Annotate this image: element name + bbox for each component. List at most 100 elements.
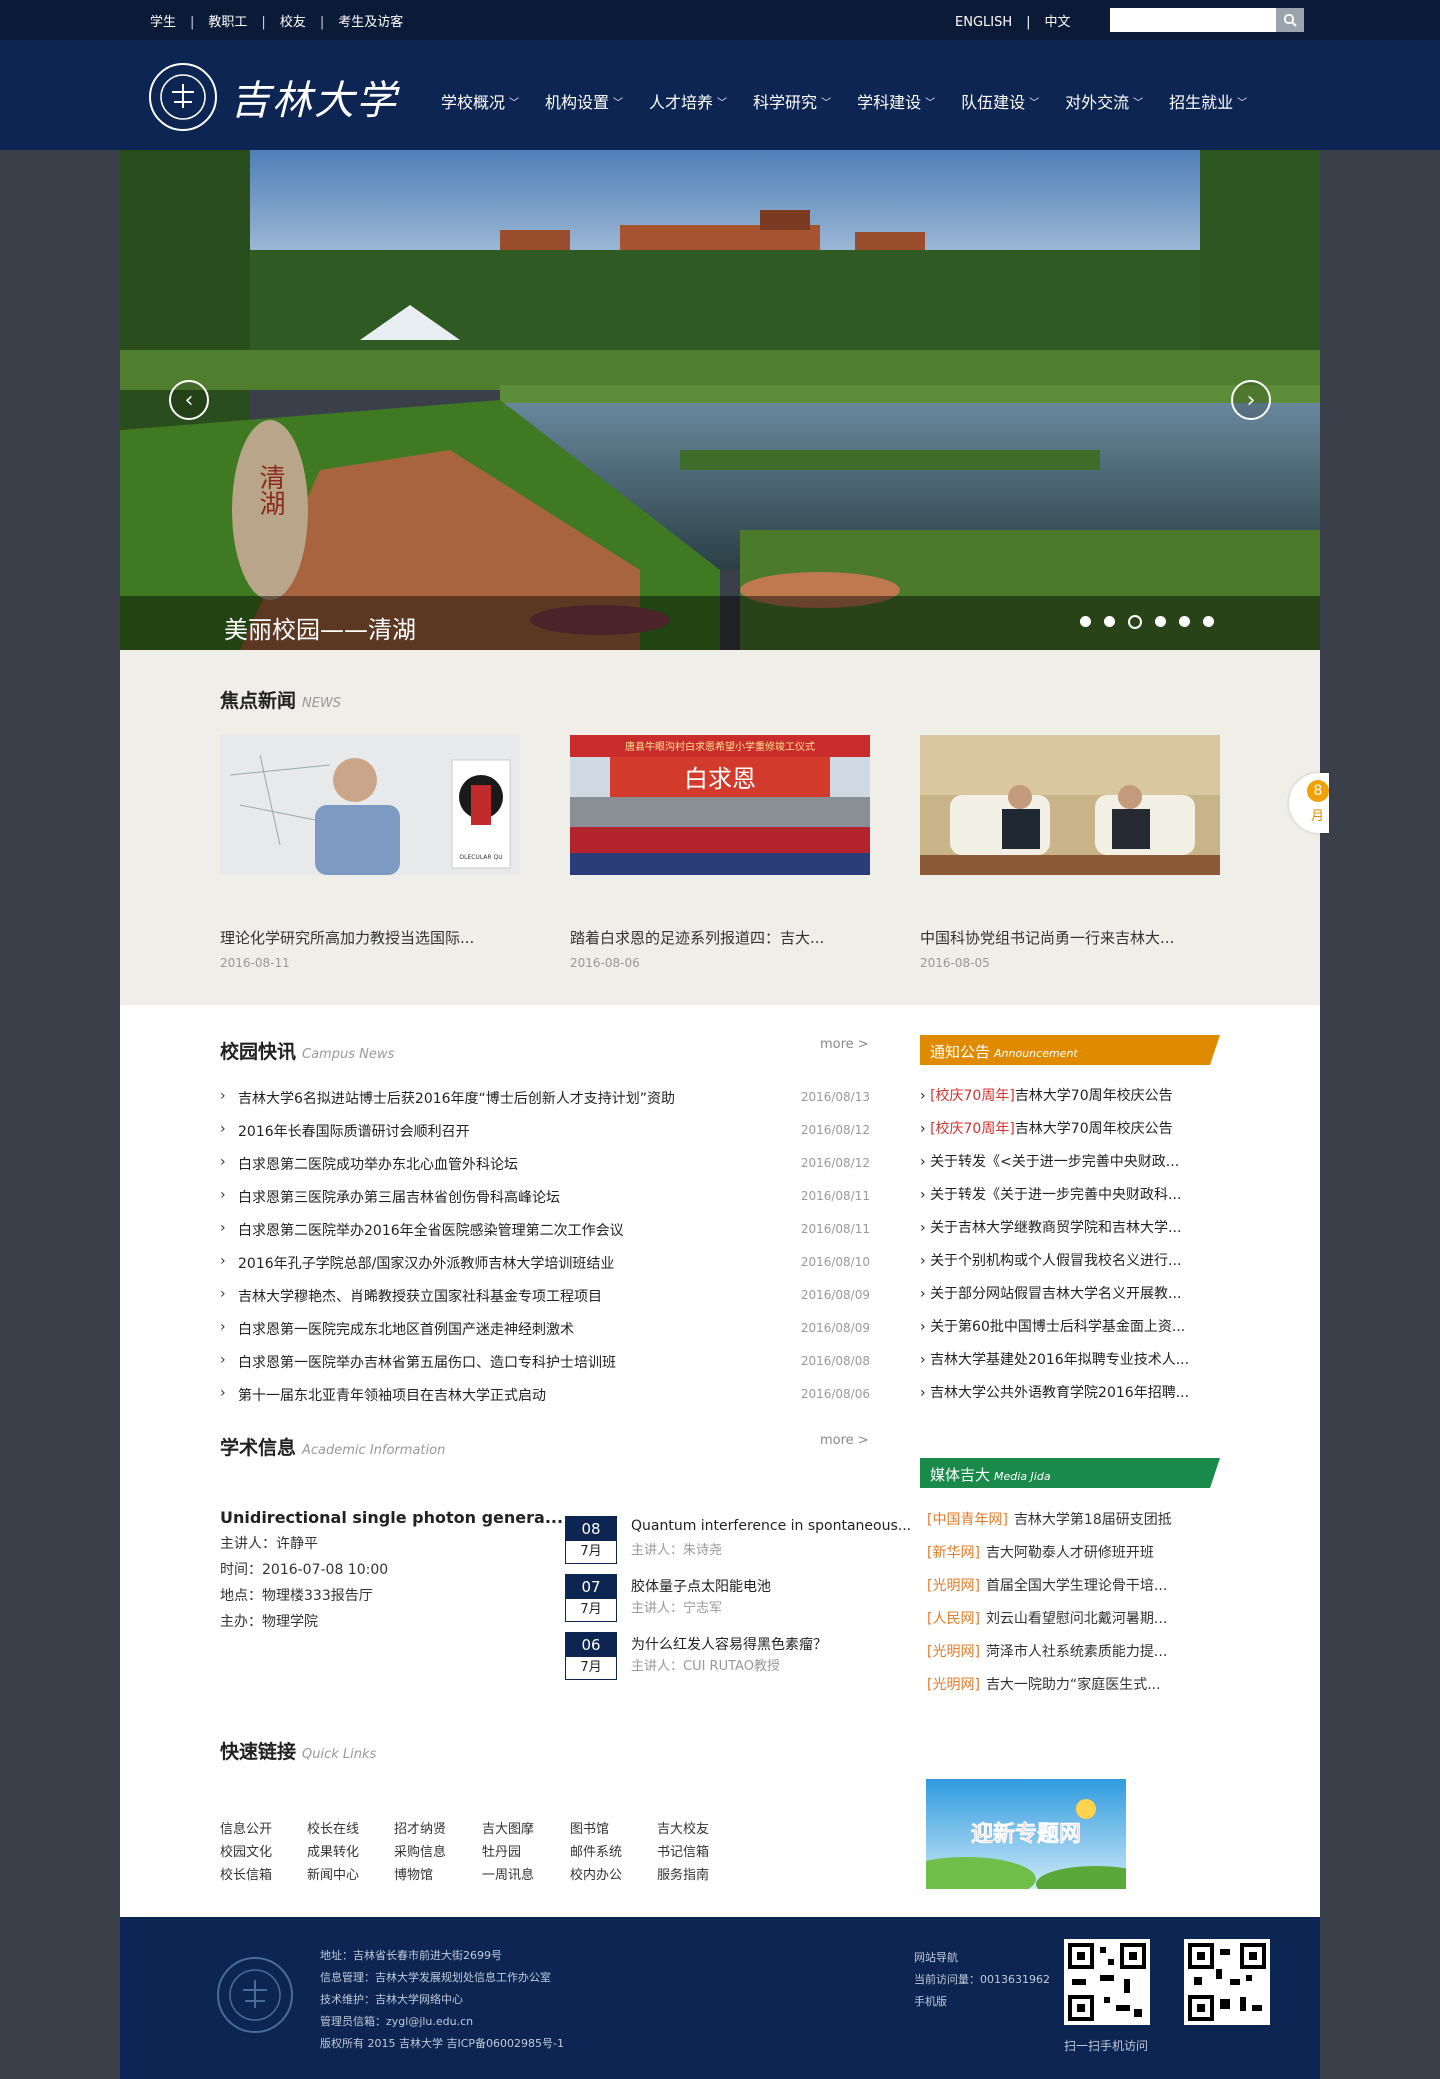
nav-organization[interactable]: 机构设置 ﹀ [545,89,623,113]
quick-link[interactable]: 校长信箱 [220,1864,272,1883]
quick-link[interactable]: 邮件系统 [570,1841,622,1860]
lang-chinese[interactable]: 中文 [1045,15,1071,30]
carousel-dot[interactable] [1104,616,1115,627]
quick-link[interactable]: 服务指南 [657,1864,709,1883]
academic-item[interactable]: 06 7月 为什么红发人容易得黑色素瘤？ 主讲人：CUI RUTAO教授 [565,1632,905,1684]
news-thumbnail[interactable] [920,735,1220,875]
list-item[interactable]: › 白求恩第二医院成功举办东北心血管外科论坛 2016/08/12 [220,1154,870,1187]
site-logo[interactable]: 吉林大学 [148,62,398,132]
media-title[interactable]: 首届全国大学生理论骨干培... [986,1578,1167,1594]
carousel-dot[interactable] [1179,616,1190,627]
nav-admissions[interactable]: 招生就业 ﹀ [1169,89,1247,113]
academic-item-title[interactable]: Quantum interference in spontaneous... [631,1518,911,1534]
academic-item-title[interactable]: 为什么红发人容易得黑色素瘤？ [631,1634,827,1654]
announcement-title[interactable]: 吉林大学70周年校庆公告 [1015,1121,1173,1137]
nav-education[interactable]: 人才培养 ﹀ [649,89,727,113]
news-item-title[interactable]: 白求恩第二医院成功举办东北心血管外科论坛 [238,1154,518,1174]
news-title[interactable]: 踏着白求恩的足迹系列报道四：吉大... [570,927,870,948]
news-thumbnail[interactable]: OLECULAR QU [220,735,520,875]
link-students[interactable]: 学生 [150,15,176,30]
list-item[interactable]: [新华网] 吉大阿勒泰人才研修班开班 [927,1542,1227,1575]
nav-disciplines[interactable]: 学科建设 ﹀ [857,89,935,113]
quick-link[interactable]: 信息公开 [220,1818,272,1837]
carousel-next-button[interactable]: › [1231,380,1271,420]
list-item[interactable]: › 白求恩第一医院完成东北地区首例国产迷走神经刺激术 2016/08/09 [220,1319,870,1352]
list-item[interactable]: › 关于个别机构或个人假冒我校名义进行... [920,1250,1220,1283]
list-item[interactable]: › 第十一届东北亚青年领袖项目在吉林大学正式启动 2016/08/06 [220,1385,870,1418]
announcement-title[interactable]: 吉林大学70周年校庆公告 [1015,1088,1173,1104]
list-item[interactable]: › 2016年长春国际质谱研讨会顺利召开 2016/08/12 [220,1121,870,1154]
media-title[interactable]: 吉大阿勒泰人才研修班开班 [986,1545,1154,1561]
nav-international[interactable]: 对外交流 ﹀ [1065,89,1143,113]
list-item[interactable]: › 白求恩第二医院举办2016年全省医院感染管理第二次工作会议 2016/08/11 [220,1220,870,1253]
site-nav-link[interactable]: 网站导航 [914,1947,1050,1969]
list-item[interactable]: › 吉林大学基建处2016年拟聘专业技术人... [920,1349,1220,1382]
list-item[interactable]: › 2016年孔子学院总部/国家汉办外派教师吉林大学培训班结业 2016/08/10 [220,1253,870,1286]
freshman-promo-banner[interactable]: 迎新专题网 [926,1779,1126,1889]
announcement-title[interactable]: 关于个别机构或个人假冒我校名义进行... [930,1253,1181,1269]
search-input[interactable] [1110,8,1276,32]
list-item[interactable]: [人民网] 刘云山看望慰问北戴河暑期... [927,1608,1227,1641]
academic-more-link[interactable]: more > [820,1433,869,1448]
list-item[interactable]: › 吉林大学6名拟进站博士后获2016年度“博士后创新人才支持计划”资助 2016/… [220,1088,870,1121]
news-card[interactable]: OLECULAR QU 理论化学研究所高加力教授当选国际... 2016-08-… [220,735,520,970]
list-item[interactable]: › [校庆70周年]吉林大学70周年校庆公告 [920,1085,1220,1118]
quick-link[interactable]: 图书馆 [570,1818,609,1837]
quick-link[interactable]: 校内办公 [570,1864,622,1883]
quick-link[interactable]: 书记信箱 [657,1841,709,1860]
news-thumbnail[interactable]: 唐县牛眼沟村白求恩希望小学重修竣工仪式 白求恩 [570,735,870,875]
announcement-title[interactable]: 关于第60批中国博士后科学基金面上资... [930,1319,1185,1335]
announcement-title[interactable]: 关于部分网站假冒吉林大学名义开展教... [930,1286,1181,1302]
announcement-title[interactable]: 吉林大学公共外语教育学院2016年招聘... [930,1385,1189,1401]
carousel-dot[interactable] [1203,616,1214,627]
announcement-title[interactable]: 关于转发《<关于进一步完善中央财政... [930,1154,1179,1170]
list-item[interactable]: › 关于第60批中国博士后科学基金面上资... [920,1316,1220,1349]
news-item-title[interactable]: 白求恩第一医院完成东北地区首例国产迷走神经刺激术 [238,1319,574,1339]
announcement-title[interactable]: 关于转发《关于进一步完善中央财政科... [930,1187,1181,1203]
carousel-dot[interactable] [1080,616,1091,627]
carousel-prev-button[interactable]: ‹ [169,380,209,420]
quick-link[interactable]: 博物馆 [394,1864,433,1883]
news-title[interactable]: 中国科协党组书记尚勇一行来吉林大... [920,927,1220,948]
link-staff[interactable]: 教职工 [208,15,247,30]
news-item-title[interactable]: 白求恩第二医院举办2016年全省医院感染管理第二次工作会议 [238,1220,624,1240]
academic-feature[interactable]: Unidirectional single photon genera... 主… [220,1508,563,1631]
announcement-title[interactable]: 吉林大学基建处2016年拟聘专业技术人... [930,1352,1189,1368]
news-card[interactable]: 唐县牛眼沟村白求恩希望小学重修竣工仪式 白求恩 踏着白求恩的足迹系列报道四：吉大… [570,735,870,970]
list-item[interactable]: › 关于部分网站假冒吉林大学名义开展教... [920,1283,1220,1316]
link-visitors[interactable]: 考生及访客 [338,15,403,30]
search-button[interactable] [1276,8,1304,32]
media-title[interactable]: 刘云山看望慰问北戴河暑期... [986,1611,1167,1627]
quick-link[interactable]: 成果转化 [307,1841,359,1860]
quick-link[interactable]: 一周讯息 [482,1864,534,1883]
list-item[interactable]: › 白求恩第一医院举办吉林省第五届伤口、造口专科护士培训班 2016/08/08 [220,1352,870,1385]
list-item[interactable]: [中国青年网] 吉林大学第18届研支团抵 [927,1509,1227,1542]
list-item[interactable]: › 吉林大学穆艳杰、肖晞教授获立国家社科基金专项工程项目 2016/08/09 [220,1286,870,1319]
news-item-title[interactable]: 白求恩第一医院举办吉林省第五届伤口、造口专科护士培训班 [238,1352,616,1372]
list-item[interactable]: › 关于转发《关于进一步完善中央财政科... [920,1184,1220,1217]
academic-item[interactable]: 08 7月 Quantum interference in spontaneous… [565,1516,911,1568]
media-title[interactable]: 吉大一院助力“家庭医生式... [986,1677,1161,1693]
list-item[interactable]: › 关于吉林大学继教商贸学院和吉林大学... [920,1217,1220,1250]
list-item[interactable]: › 关于转发《<关于进一步完善中央财政... [920,1151,1220,1184]
lang-english[interactable]: ENGLISH [955,15,1012,30]
quick-link[interactable]: 牡丹园 [482,1841,521,1860]
news-title[interactable]: 理论化学研究所高加力教授当选国际... [220,927,520,948]
list-item[interactable]: [光明网] 菏泽市人社系统素质能力提... [927,1641,1227,1674]
quick-link[interactable]: 新闻中心 [307,1864,359,1883]
quick-link[interactable]: 吉大图摩 [482,1818,534,1837]
quick-link[interactable]: 吉大校友 [657,1818,709,1837]
campus-news-more-link[interactable]: more > [820,1037,869,1052]
news-item-title[interactable]: 吉林大学6名拟进站博士后获2016年度“博士后创新人才支持计划”资助 [238,1088,675,1108]
nav-research[interactable]: 科学研究 ﹀ [753,89,831,113]
list-item[interactable]: [光明网] 吉大一院助力“家庭医生式... [927,1674,1227,1707]
footer-email[interactable]: 管理员信箱：zygl@jlu.edu.cn [320,2011,564,2033]
media-title[interactable]: 菏泽市人社系统素质能力提... [986,1644,1167,1660]
media-title[interactable]: 吉林大学第18届研支团抵 [1014,1512,1172,1528]
list-item[interactable]: › [校庆70周年]吉林大学70周年校庆公告 [920,1118,1220,1151]
quick-link[interactable]: 招才纳贤 [394,1818,446,1837]
list-item[interactable]: [光明网] 首届全国大学生理论骨干培... [927,1575,1227,1608]
announcement-title[interactable]: 关于吉林大学继教商贸学院和吉林大学... [930,1220,1181,1236]
nav-about[interactable]: 学校概况 ﹀ [441,89,519,113]
news-item-title[interactable]: 2016年长春国际质谱研讨会顺利召开 [238,1121,470,1141]
